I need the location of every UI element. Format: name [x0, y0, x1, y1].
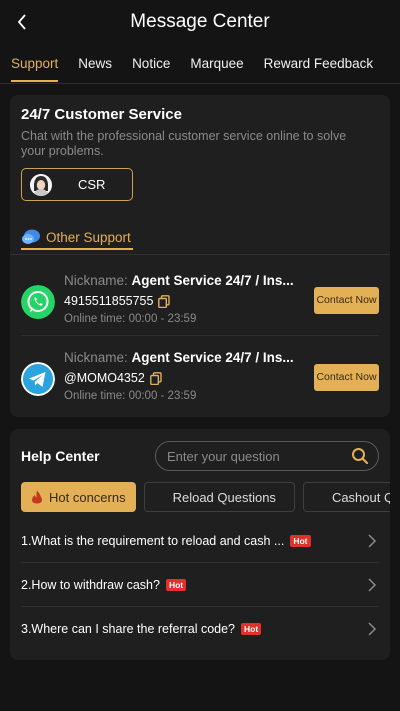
search-input[interactable]: Enter your question: [155, 441, 379, 471]
customer-service-description: Chat with the professional customer serv…: [21, 129, 347, 158]
tab-news[interactable]: News: [78, 44, 112, 84]
agent-nickname: Nickname: Agent Service 24/7 / Ins...: [64, 273, 294, 288]
customer-service-card: 24/7 Customer Service Chat with the prof…: [10, 95, 390, 417]
help-center-card: Help Center Enter your question Hot conc…: [10, 429, 390, 660]
search-placeholder: Enter your question: [167, 448, 280, 464]
agent-item-telegram: Nickname: Agent Service 24/7 / Ins... @M…: [21, 340, 379, 410]
hot-badge: Hot: [165, 578, 187, 591]
agent-contact: 4915511855755: [64, 294, 171, 308]
telegram-icon: [21, 362, 55, 396]
chip-reload-questions[interactable]: Reload Questions: [143, 482, 295, 512]
chevron-left-icon: [17, 14, 26, 30]
agent-contact: @MOMO4352: [64, 371, 162, 385]
category-chips: Hot concerns Reload Questions Cashout Q: [21, 482, 390, 512]
csr-button[interactable]: CSR: [21, 168, 133, 201]
divider: [21, 335, 379, 336]
agent-item-whatsapp: Nickname: Agent Service 24/7 / Ins... 49…: [21, 263, 379, 333]
header: Message Center: [0, 0, 400, 44]
hot-badge: Hot: [241, 622, 262, 635]
tab-support[interactable]: Support: [11, 44, 59, 84]
chevron-right-icon: [368, 578, 377, 592]
chevron-right-icon: [368, 622, 377, 636]
tab-notice[interactable]: Notice: [132, 44, 170, 84]
agent-online-time: Online time: 00:00 - 23:59: [64, 390, 197, 402]
other-support-tab[interactable]: Other Support: [21, 228, 131, 246]
fire-icon: [32, 490, 42, 504]
chip-cashout-questions[interactable]: Cashout Q: [302, 482, 390, 512]
agent-nickname: Nickname: Agent Service 24/7 / Ins...: [64, 350, 294, 365]
contact-now-button[interactable]: Contact Now: [314, 287, 379, 314]
whatsapp-icon: [21, 285, 55, 319]
page-title: Message Center: [130, 11, 270, 32]
chat-bubble-icon: [22, 229, 40, 244]
chevron-right-icon: [368, 534, 377, 548]
hot-badge: Hot: [290, 534, 311, 547]
csr-label: CSR: [78, 177, 106, 192]
agent-online-time: Online time: 00:00 - 23:59: [64, 313, 197, 325]
divider: [10, 254, 390, 255]
copy-icon[interactable]: [158, 294, 171, 308]
back-button[interactable]: [10, 10, 34, 34]
tab-bar: Support News Notice Marquee Reward Feedb…: [0, 44, 400, 84]
copy-icon[interactable]: [149, 371, 162, 385]
tab-reward-feedback[interactable]: Reward Feedback: [264, 44, 374, 84]
contact-now-button[interactable]: Contact Now: [314, 364, 379, 391]
faq-item[interactable]: 3.Where can I share the referral code? H…: [21, 607, 379, 650]
other-support-label: Other Support: [46, 229, 131, 245]
faq-item[interactable]: 2.How to withdraw cash? Hot: [21, 563, 379, 606]
chip-hot-concerns[interactable]: Hot concerns: [21, 482, 136, 512]
tab-marquee[interactable]: Marquee: [190, 44, 243, 84]
search-icon[interactable]: [351, 447, 369, 465]
csr-avatar: [30, 173, 52, 196]
customer-service-title: 24/7 Customer Service: [21, 106, 182, 123]
other-support-underline: [21, 248, 133, 250]
help-center-title: Help Center: [21, 448, 100, 464]
faq-item[interactable]: 1.What is the requirement to reload and …: [21, 519, 379, 562]
